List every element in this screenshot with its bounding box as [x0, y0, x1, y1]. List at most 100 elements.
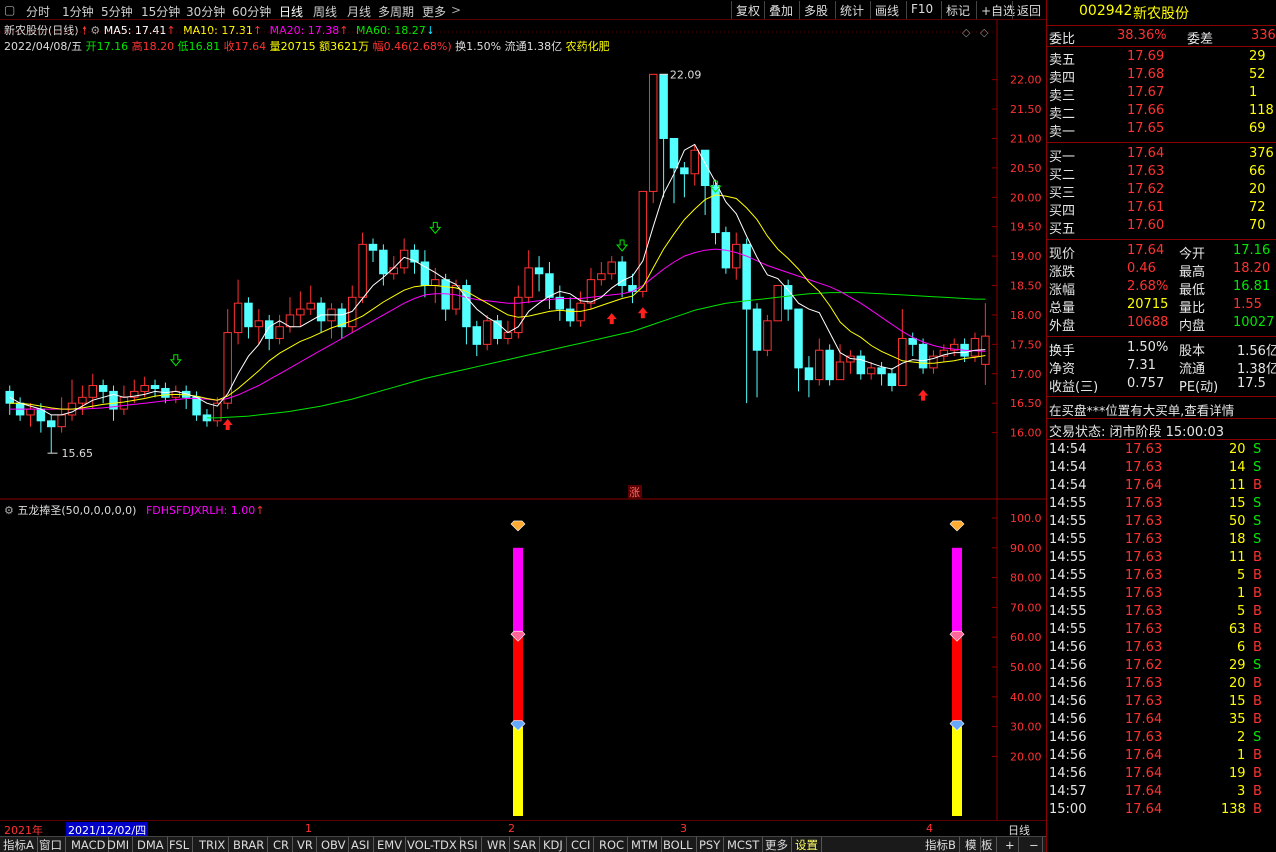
toolbar-button-3[interactable]: 统计	[835, 1, 868, 19]
indicator-tab-16[interactable]: SAR	[510, 837, 541, 852]
candle	[815, 349, 824, 381]
tick-time: 14:55	[1049, 604, 1087, 619]
indicator-tab-15[interactable]: WR	[484, 837, 511, 852]
indicator-tab-6[interactable]: TRIX	[196, 837, 230, 852]
toolbar-button-8[interactable]: 返回	[1012, 1, 1045, 19]
candle	[638, 190, 648, 292]
tick-row: 14:55 17.63 63 B	[1047, 621, 1276, 639]
stock-name: 新农股份	[1133, 6, 1189, 22]
toolbar-button-1[interactable]: 叠加	[764, 1, 797, 19]
toolbar-button-4[interactable]: 画线	[870, 1, 903, 19]
indicator-tab-21[interactable]: BOLL	[660, 837, 697, 852]
bid-price: 17.63	[1127, 164, 1165, 179]
price-axis-label-3: 20.50	[1010, 162, 1042, 175]
candle	[835, 361, 845, 381]
toolbar-button-0[interactable]: 复权	[731, 1, 764, 19]
indicator-tab-right-3[interactable]: +	[1002, 837, 1019, 852]
indicator-tab-13[interactable]: VOL-TDX	[404, 837, 461, 852]
candle	[887, 373, 897, 387]
tick-volume: 3	[1237, 784, 1246, 799]
period-tab-2[interactable]: 5分钟	[101, 3, 133, 20]
bid-volume: 70	[1249, 218, 1266, 233]
stat-row: 现价 17.64 今开 17.16	[1047, 242, 1276, 262]
period-tab-3[interactable]: 15分钟	[141, 3, 180, 20]
window-menu-icon[interactable]: ▢	[4, 3, 15, 17]
period-tab-10[interactable]: 更多	[422, 3, 446, 20]
ask-price: 17.66	[1127, 103, 1165, 118]
indicator-tab-3[interactable]: DMI	[104, 837, 134, 852]
candle	[150, 385, 160, 389]
gem-marker-icon	[949, 520, 965, 532]
candle	[368, 243, 378, 251]
indicator-tab-right-4[interactable]: −	[1026, 837, 1043, 852]
divider	[1047, 336, 1276, 337]
tick-time: 14:55	[1049, 496, 1087, 511]
tick-price: 17.63	[1125, 586, 1163, 601]
period-tab-7[interactable]: 周线	[313, 3, 337, 20]
stock-code: 002942	[1079, 3, 1133, 19]
indicator-tab-11[interactable]: ASI	[348, 837, 374, 852]
candle	[223, 332, 232, 404]
more-arrow-icon[interactable]: >	[451, 3, 461, 17]
price-axis-label-1: 21.50	[1010, 103, 1042, 116]
indicator-bar-segment	[513, 637, 523, 727]
indicator-tab-18[interactable]: CCI	[568, 837, 595, 852]
period-tab-1[interactable]: 1分钟	[62, 3, 94, 20]
tick-time: 14:56	[1049, 676, 1087, 691]
big-order-notice[interactable]: 在买盘***位置有大买单,查看详情	[1047, 399, 1276, 418]
weibi-row: 委比 38.36% 委差 336	[1047, 27, 1276, 47]
tick-time: 14:56	[1049, 748, 1087, 763]
tick-price: 17.64	[1125, 478, 1163, 493]
period-tab-9[interactable]: 多周期	[378, 3, 414, 20]
stat-label: 外盘	[1049, 319, 1076, 334]
indicator-tab-0[interactable]: 指标A	[0, 837, 38, 852]
indicator-tab-20[interactable]: MTM	[628, 837, 662, 852]
timeline-mark-2: 2	[508, 822, 515, 835]
indicator-tab-14[interactable]: RSI	[456, 837, 482, 852]
indicator-tab-19[interactable]: ROC	[596, 837, 629, 852]
status-text: 交易状态: 闭市阶段 15:00:03	[1049, 425, 1225, 440]
tick-side: B	[1253, 478, 1262, 493]
indicator-tab-right-2[interactable]: 板	[978, 837, 997, 852]
indicator-tab-5[interactable]: FSL	[166, 837, 194, 852]
indicator-tab-4[interactable]: DMA	[134, 837, 168, 852]
tick-time: 14:54	[1049, 442, 1087, 457]
stat-value: 17.64	[1127, 243, 1165, 258]
tick-side: B	[1253, 802, 1262, 817]
tick-time: 14:55	[1049, 568, 1087, 583]
period-tab-5[interactable]: 60分钟	[232, 3, 271, 20]
indicator-tab-right-0[interactable]: 指标B	[922, 837, 960, 852]
indicator-tab-1[interactable]: 窗口	[36, 837, 66, 852]
indicator-tab-10[interactable]: OBV	[318, 837, 350, 852]
toolbar-button-5[interactable]: F10	[906, 1, 937, 19]
period-tab-8[interactable]: 月线	[347, 3, 371, 20]
indicator-tab-8[interactable]: CR	[270, 837, 294, 852]
indicator-tab-24[interactable]: 更多	[762, 837, 792, 852]
toolbar-button-2[interactable]: 多股	[799, 1, 832, 19]
tick-time: 15:00	[1049, 802, 1087, 817]
candle	[970, 337, 980, 357]
buy-signal-icon	[918, 389, 929, 401]
candle	[908, 337, 917, 345]
tick-volume: 11	[1229, 478, 1246, 493]
indicator-tab-22[interactable]: PSY	[696, 837, 725, 852]
period-tab-0[interactable]: 分时	[26, 3, 50, 20]
indicator-tab-25[interactable]: 设置	[792, 837, 822, 852]
period-tab-6[interactable]: 日线	[279, 3, 303, 20]
indicator-tab-17[interactable]: KDJ	[540, 837, 567, 852]
toolbar-button-6[interactable]: 标记	[941, 1, 974, 19]
indicator-tab-9[interactable]: VR	[294, 837, 317, 852]
stat-value: 2.68%	[1127, 279, 1169, 294]
candlestick-chart[interactable]: 22.00 21.50 21.00 20.50 20.00 19.50 19.00 18.50…	[0, 20, 1046, 500]
indicator-chart[interactable]: 100.0 90.00 80.00 70.00 60.00 50.00 40.00 30.00…	[0, 500, 1046, 820]
weicha-label: 委差	[1187, 32, 1214, 47]
candle	[98, 385, 108, 392]
indicator-tab-12[interactable]: EMV	[374, 837, 407, 852]
period-tab-4[interactable]: 30分钟	[186, 3, 225, 20]
tick-row: 14:54 17.63 14 S	[1047, 459, 1276, 477]
indicator-tab-7[interactable]: BRAR	[230, 837, 269, 852]
indicator-tab-23[interactable]: MCST	[724, 837, 764, 852]
stat-row: 净资 7.31 流通 1.38亿	[1047, 357, 1276, 377]
bid-price: 17.62	[1127, 182, 1165, 197]
tick-volume: 2	[1237, 730, 1246, 745]
